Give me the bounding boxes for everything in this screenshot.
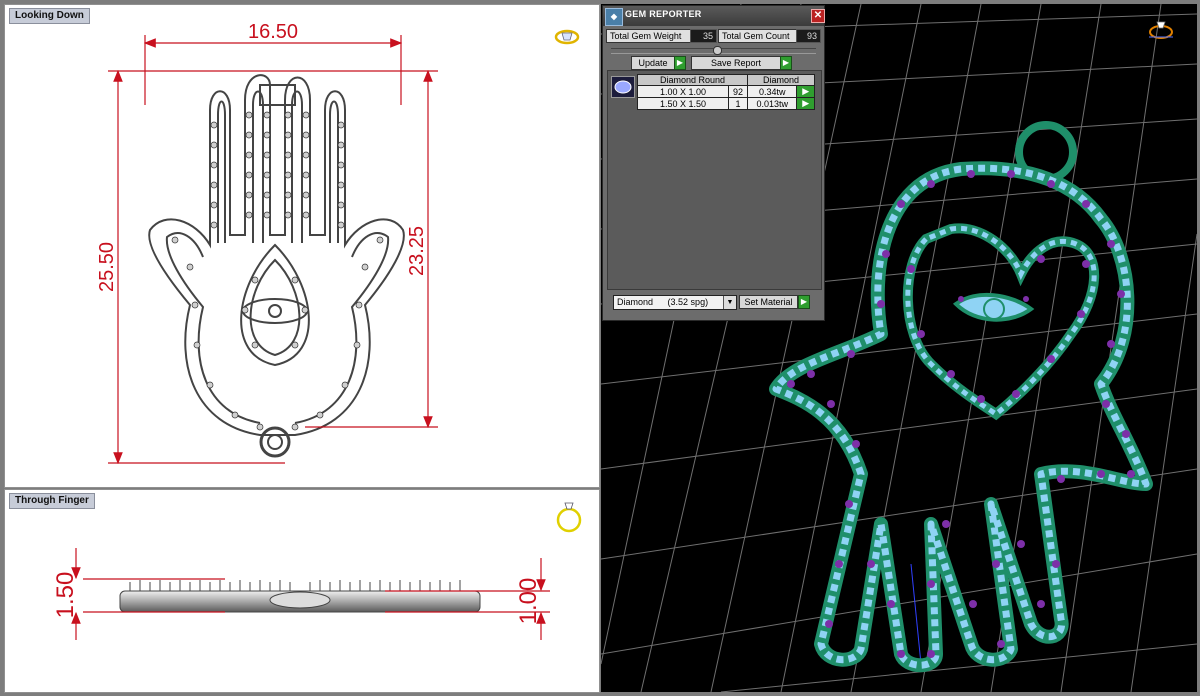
- gem-size-cell: 1.00 X 1.00: [637, 85, 729, 98]
- gem-reporter-panel: ◆ GEM REPORTER ✕ Total Gem Weight 35 Tot…: [602, 5, 825, 321]
- gem-thumbnail-icon[interactable]: [611, 76, 635, 98]
- viewport-looking-down[interactable]: Looking Down 16.50 25.50 23.25: [4, 4, 600, 488]
- dimension-width-label: 16.50: [248, 21, 298, 43]
- gem-reporter-titlebar[interactable]: ◆ GEM REPORTER ✕: [603, 6, 825, 26]
- hamsa-top-stones: [171, 111, 384, 431]
- dimension-height-total-label: 25.50: [96, 242, 118, 292]
- chevron-down-icon[interactable]: ▼: [723, 296, 736, 309]
- total-gem-weight-label: Total Gem Weight: [606, 29, 692, 43]
- close-icon[interactable]: ✕: [811, 9, 825, 23]
- dimension-thickness-right-label: 1.00: [515, 578, 542, 625]
- ring-perspective-icon[interactable]: [1149, 21, 1173, 39]
- gem-count-cell: 92: [728, 85, 748, 98]
- update-button[interactable]: Update: [631, 56, 675, 70]
- gem-reporter-title: GEM REPORTER: [625, 9, 702, 19]
- row-go-icon[interactable]: ▶: [796, 97, 815, 110]
- set-material-button[interactable]: Set Material: [739, 295, 798, 309]
- gem-table-row[interactable]: 1.50 X 1.50 1 0.013tw ▶: [637, 97, 815, 110]
- axis-line: [910, 563, 922, 665]
- total-gem-weight-value: 35: [690, 29, 717, 43]
- viewport-through-finger[interactable]: Through Finger 1.50 1.00: [4, 489, 600, 693]
- gem-size-cell: 1.50 X 1.50: [637, 97, 729, 110]
- ring-through-finger-icon[interactable]: [556, 502, 582, 533]
- slider-thumb[interactable]: [713, 46, 722, 55]
- gem-table-header: Diamond Round Diamond: [637, 74, 815, 86]
- front-view-drawing: 1.50 1.00: [52, 502, 582, 640]
- dimension-lines: [108, 35, 438, 465]
- ring-gem-icon[interactable]: [554, 29, 580, 45]
- set-material-go-icon[interactable]: ▶: [798, 295, 810, 309]
- gem-weight-cell: 0.34tw: [746, 85, 798, 98]
- gem-table-row[interactable]: 1.00 X 1.00 92 0.34tw ▶: [637, 85, 815, 98]
- material-spg: (3.52 spg): [667, 297, 709, 307]
- material-select[interactable]: Diamond (3.52 spg) ▼: [613, 295, 737, 310]
- save-report-go-icon[interactable]: ▶: [780, 56, 792, 70]
- gem-table: Diamond Round Diamond 1.00 X 1.00 92 0.3…: [637, 74, 815, 110]
- hamsa-3d-model: [769, 121, 1153, 673]
- gem-count-cell: 1: [728, 97, 748, 110]
- top-view-drawing: 16.50 25.50 23.25: [96, 21, 580, 465]
- total-gem-count-label: Total Gem Count: [718, 29, 800, 43]
- total-gem-count-value: 93: [796, 29, 821, 43]
- hamsa-side-profile: [119, 580, 481, 613]
- save-report-button[interactable]: Save Report: [691, 56, 781, 70]
- reporter-logo-icon: ◆: [605, 8, 623, 26]
- update-go-icon[interactable]: ▶: [674, 56, 686, 70]
- row-go-icon[interactable]: ▶: [796, 85, 815, 98]
- gem-reporter-slider[interactable]: [611, 46, 816, 55]
- header-cut: Diamond Round: [637, 74, 748, 86]
- viewport-title-looking-down[interactable]: Looking Down: [9, 8, 90, 24]
- header-material: Diamond: [747, 74, 815, 86]
- dimension-thickness-left-label: 1.50: [52, 572, 79, 619]
- viewport-title-through-finger[interactable]: Through Finger: [9, 493, 95, 509]
- material-select-value: Diamond: [617, 297, 654, 307]
- dimension-height-inner-label: 23.25: [406, 226, 428, 276]
- gem-weight-cell: 0.013tw: [746, 97, 798, 110]
